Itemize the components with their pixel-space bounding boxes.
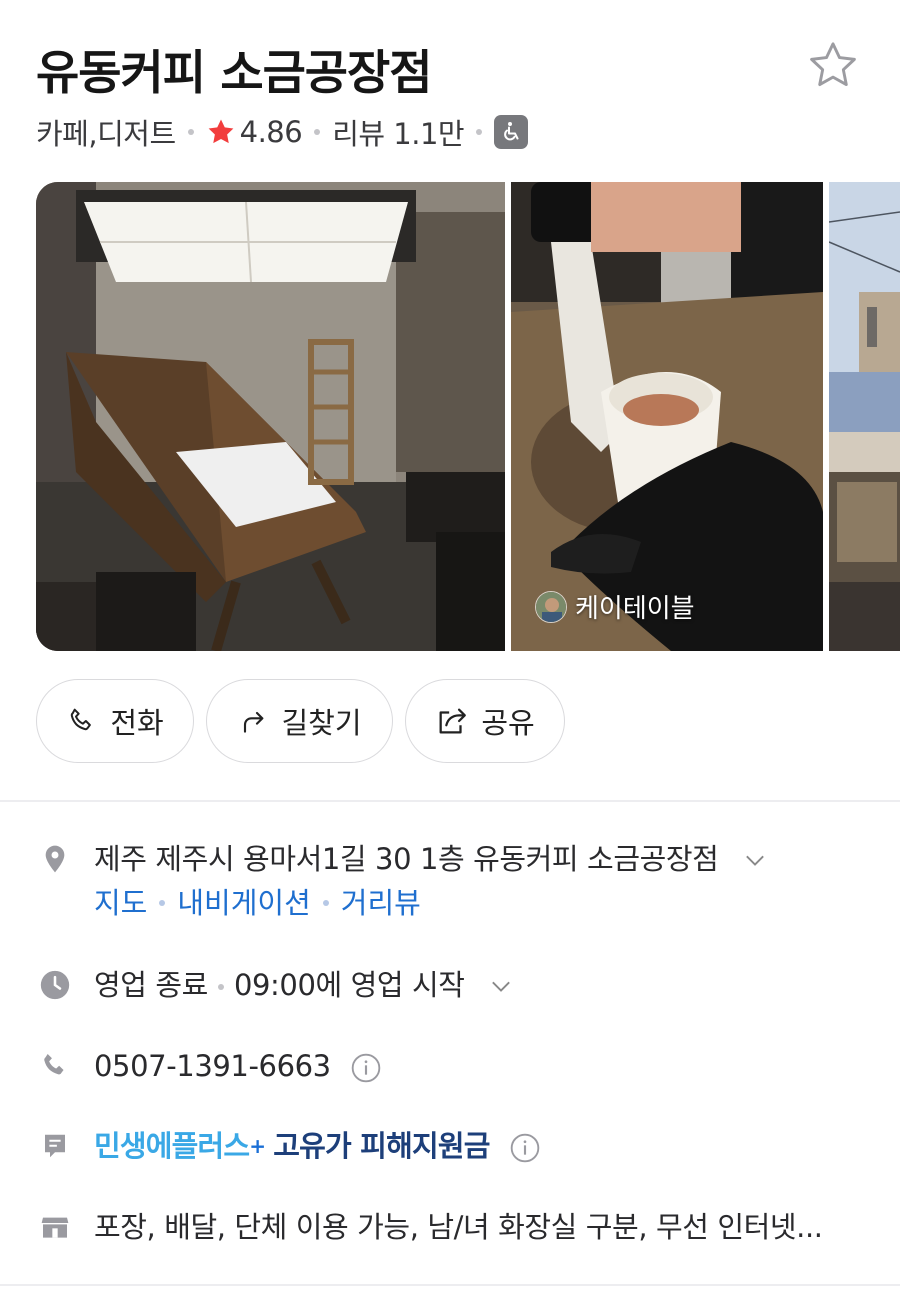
map-link[interactable]: 지도	[94, 884, 147, 922]
hours-status: 영업 종료	[94, 968, 208, 1002]
call-button[interactable]: 전화	[36, 679, 194, 763]
action-buttons: 전화 길찾기 공유	[36, 679, 565, 763]
address-text: 제주 제주시 용마서1길 30 1층 유동커피 소금공장점	[94, 842, 719, 876]
place-category: 카페,디저트	[36, 117, 176, 151]
rating-value: 4.86	[239, 115, 303, 149]
hours-row[interactable]: 영업 종료 09:00에 영업 시작	[36, 966, 515, 1004]
directions-label: 길찾기	[281, 706, 362, 740]
clock-icon	[36, 966, 74, 1004]
address-links: 지도 내비게이션 거리뷰	[94, 884, 769, 922]
promo-row[interactable]: 민생에플러스+ 고유가 피해지원금	[36, 1127, 541, 1165]
amenities-text: 포장, 배달, 단체 이용 가능, 남/녀 화장실 구분, 무선 인터넷...	[94, 1210, 823, 1244]
directions-button[interactable]: 길찾기	[206, 679, 393, 763]
rating: 4.86	[206, 115, 303, 149]
star-filled-icon	[208, 119, 233, 144]
wheelchair-icon[interactable]	[494, 115, 529, 149]
author-avatar	[535, 590, 567, 623]
share-button[interactable]: 공유	[405, 679, 565, 763]
chevron-down-icon	[492, 981, 511, 992]
interior-photo[interactable]	[36, 182, 505, 651]
exterior-photo[interactable]	[829, 182, 900, 651]
phone-icon	[36, 1047, 74, 1085]
separator-dot	[217, 984, 224, 990]
section-divider	[0, 800, 900, 802]
review-count-link[interactable]: 리뷰 1.1만	[332, 111, 464, 153]
promo-part1: 민생에플러스	[94, 1129, 250, 1163]
promo-part2: 고유가 피해지원금	[273, 1129, 490, 1163]
store-icon	[36, 1208, 74, 1246]
phone-row[interactable]: 0507-1391-6663	[36, 1047, 382, 1085]
photo-carousel[interactable]: 케이테이블	[36, 182, 900, 651]
separator-dot	[322, 900, 329, 906]
info-icon	[351, 1053, 380, 1083]
chevron-down-icon	[746, 855, 765, 866]
author-name: 케이테이블	[575, 594, 695, 624]
photo-author[interactable]: 케이테이블	[535, 588, 695, 625]
section-divider	[0, 1284, 900, 1286]
place-title: 유동커피 소금공장점	[36, 46, 433, 101]
place-meta: 카페,디저트 4.86 리뷰 1.1만	[36, 111, 529, 153]
address-line[interactable]: 제주 제주시 용마서1길 30 1층 유동커피 소금공장점	[94, 840, 769, 878]
separator-dot	[187, 129, 194, 135]
separator-dot	[159, 900, 166, 906]
share-icon	[439, 708, 467, 734]
promo-badge[interactable]: 민생에플러스+ 고유가 피해지원금	[94, 1129, 499, 1163]
favorite-star-icon[interactable]	[804, 36, 862, 94]
drink-photo[interactable]: 케이테이블	[511, 182, 823, 651]
hours-next: 09:00에 영업 시작	[233, 968, 465, 1002]
street-view-link[interactable]: 거리뷰	[341, 884, 421, 922]
separator-dot	[314, 129, 321, 135]
phone-icon	[71, 708, 92, 731]
share-label: 공유	[481, 706, 535, 740]
route-arrow-icon	[244, 711, 264, 733]
address-row: 제주 제주시 용마서1길 30 1층 유동커피 소금공장점 지도 내비게이션 거…	[36, 840, 769, 922]
amenities-row[interactable]: 포장, 배달, 단체 이용 가능, 남/녀 화장실 구분, 무선 인터넷...	[36, 1208, 823, 1246]
promo-plus: +	[249, 1134, 266, 1158]
call-label: 전화	[110, 706, 164, 740]
phone-number[interactable]: 0507-1391-6663	[94, 1049, 331, 1083]
navigation-link[interactable]: 내비게이션	[177, 884, 310, 922]
location-pin-icon	[36, 840, 74, 878]
info-icon	[510, 1133, 540, 1163]
memo-icon	[36, 1127, 74, 1165]
separator-dot	[476, 129, 483, 135]
